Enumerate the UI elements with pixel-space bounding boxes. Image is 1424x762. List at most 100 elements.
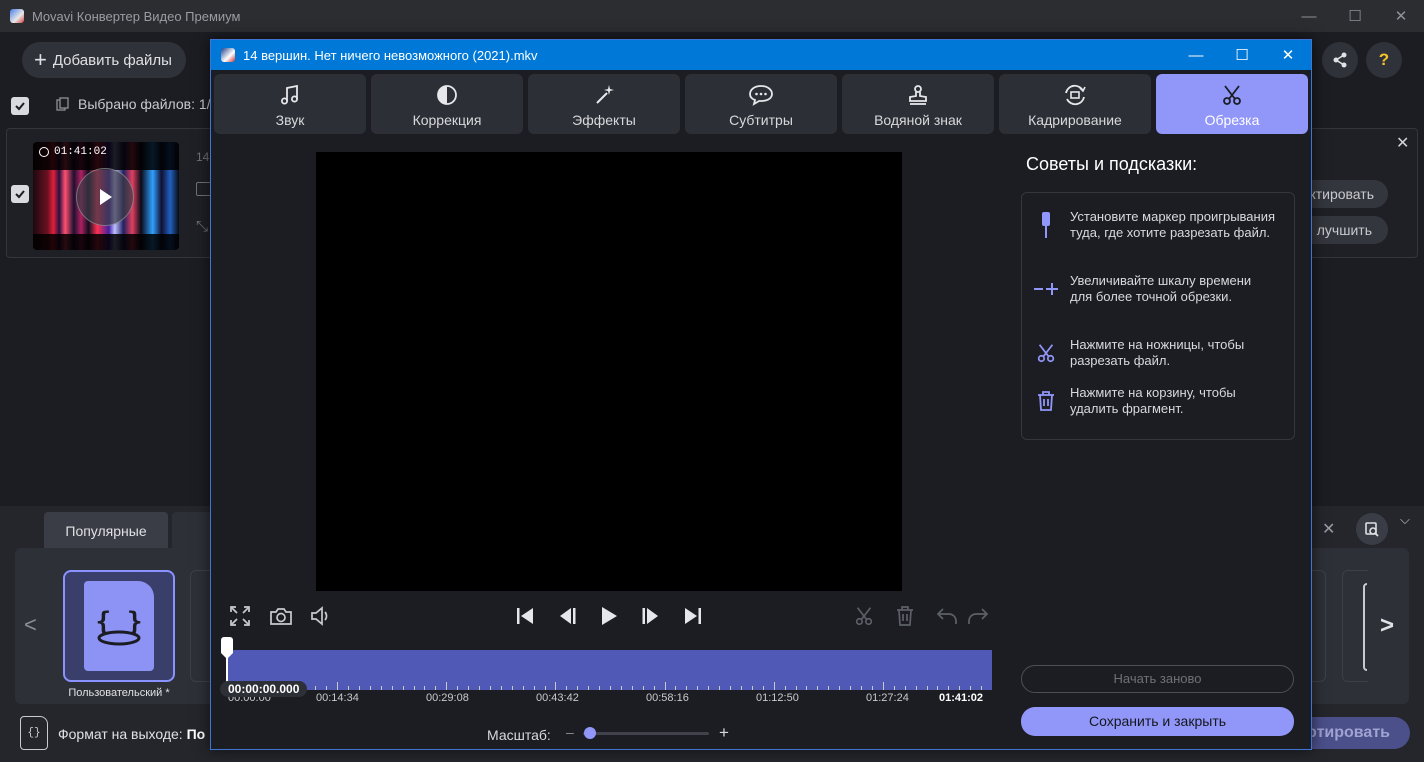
- tab-correction[interactable]: Коррекция: [371, 74, 523, 134]
- add-files-label: Добавить файлы: [52, 51, 172, 69]
- step-forward-icon: [642, 608, 658, 624]
- resize-icon: ⤡: [196, 218, 209, 235]
- share-icon: [1333, 52, 1347, 68]
- select-all-checkbox[interactable]: [11, 97, 29, 115]
- chevron-left-icon[interactable]: <: [24, 612, 37, 638]
- tab-correction-label: Коррекция: [412, 112, 482, 128]
- fullscreen-button[interactable]: [226, 602, 254, 630]
- tab-sound-label: Звук: [275, 112, 305, 128]
- dialog-logo-icon: [221, 48, 235, 62]
- volume-button[interactable]: [307, 602, 335, 630]
- convert-button[interactable]: ртировать: [1296, 717, 1410, 749]
- timeline-label: 00:14:34: [316, 692, 359, 704]
- delete-button[interactable]: [891, 602, 919, 630]
- tab-watermark-label: Водяной знак: [874, 112, 962, 128]
- tip-text: Нажмите на ножницы, чтобы разрезать файл…: [1070, 337, 1245, 368]
- selected-files-info: Выбрано файлов: 1/: [56, 96, 211, 112]
- preset-card-partial[interactable]: [1310, 570, 1326, 682]
- play-thumbnail-button[interactable]: [76, 168, 134, 226]
- thumbnail-duration: 01:41:02: [39, 146, 107, 158]
- zoom-out-icon[interactable]: –: [566, 724, 574, 740]
- skip-start-icon: [517, 608, 533, 624]
- tab-next[interactable]: [172, 512, 212, 549]
- dialog-title: 14 вершин. Нет ничего невозможного (2021…: [243, 47, 538, 63]
- app-logo-icon: [10, 9, 24, 23]
- question-icon: ?: [1378, 50, 1390, 69]
- go-to-end-button[interactable]: [679, 602, 707, 630]
- add-files-button[interactable]: + Добавить файлы: [22, 42, 186, 78]
- restart-button[interactable]: Начать заново: [1021, 665, 1294, 693]
- minimize-icon[interactable]: —: [1286, 0, 1332, 32]
- remove-file-icon[interactable]: ✕: [1396, 133, 1409, 153]
- trim-dialog: 14 вершин. Нет ничего невозможного (2021…: [210, 39, 1312, 750]
- zoom-in-icon[interactable]: +: [719, 723, 729, 743]
- output-format-icon: {}: [20, 716, 48, 750]
- dialog-minimize-icon[interactable]: —: [1173, 40, 1219, 70]
- preset-card-partial[interactable]: [1342, 570, 1368, 682]
- scissors-icon: [855, 607, 873, 626]
- undo-button[interactable]: [933, 602, 961, 630]
- zoom-slider-track[interactable]: [583, 732, 709, 735]
- preset-custom[interactable]: { }: [63, 570, 175, 682]
- search-button[interactable]: [1356, 513, 1388, 545]
- file-name-partial: 14: [196, 150, 210, 164]
- dialog-maximize-icon[interactable]: ☐: [1219, 40, 1265, 70]
- custom-format-icon: { }: [84, 581, 154, 671]
- undo-icon: [936, 608, 957, 624]
- timeline-label: 01:27:24: [866, 692, 909, 704]
- chevron-right-icon[interactable]: >: [1380, 612, 1394, 640]
- share-button[interactable]: [1322, 42, 1358, 78]
- playhead-marker[interactable]: [221, 637, 233, 659]
- zoom-timeline-icon: [1022, 281, 1070, 297]
- tab-popular[interactable]: Популярные: [44, 512, 168, 549]
- chevron-down-icon[interactable]: ⌵: [1400, 512, 1410, 528]
- previous-frame-button[interactable]: [553, 602, 581, 630]
- close-icon[interactable]: ✕: [1378, 0, 1424, 32]
- snapshot-button[interactable]: [267, 602, 295, 630]
- output-format-value: По: [186, 726, 206, 742]
- go-to-start-button[interactable]: [511, 602, 539, 630]
- tab-trim-label: Обрезка: [1204, 112, 1260, 128]
- preset-card-partial[interactable]: [190, 570, 210, 682]
- tab-subtitles[interactable]: Субтитры: [685, 74, 837, 134]
- zoom-label: Масштаб:: [487, 727, 551, 743]
- tab-sound[interactable]: Звук: [214, 74, 366, 134]
- tab-effects[interactable]: Эффекты: [528, 74, 680, 134]
- clear-search-icon[interactable]: ✕: [1322, 519, 1335, 539]
- video-thumbnail[interactable]: 01:41:02: [33, 142, 179, 250]
- clock-icon: [39, 147, 49, 157]
- timeline-label: 00:58:16: [646, 692, 689, 704]
- timeline-label: 00:29:08: [426, 692, 469, 704]
- next-frame-button[interactable]: [637, 602, 665, 630]
- plus-icon: +: [34, 47, 47, 72]
- dialog-close-icon[interactable]: ✕: [1265, 40, 1311, 70]
- magic-wand-icon: [590, 81, 618, 109]
- redo-button[interactable]: [964, 602, 992, 630]
- tip-text: Увеличивайте шкалу времени для более точ…: [1070, 273, 1252, 304]
- play-button[interactable]: [595, 602, 623, 630]
- tip-item: Нажмите на корзину, чтобы удалить фрагме…: [1022, 385, 1294, 417]
- output-format-label: Формат на выходе:: [58, 726, 183, 742]
- app-titlebar: Movavi Конвертер Видео Премиум — ☐ ✕: [0, 0, 1424, 32]
- dialog-titlebar: 14 вершин. Нет ничего невозможного (2021…: [211, 40, 1311, 70]
- save-and-close-button[interactable]: Сохранить и закрыть: [1021, 707, 1294, 736]
- help-button[interactable]: ?: [1366, 42, 1402, 78]
- checkmark-icon: [15, 102, 25, 111]
- timeline-ticks: [228, 682, 982, 690]
- stamp-icon: [904, 81, 932, 109]
- video-preview[interactable]: [316, 152, 902, 591]
- zoom-slider-thumb[interactable]: [584, 727, 596, 739]
- music-note-icon: [276, 81, 304, 109]
- file-checkbox[interactable]: [11, 185, 29, 203]
- cut-button[interactable]: [850, 602, 878, 630]
- step-back-icon: [560, 608, 576, 624]
- tab-watermark[interactable]: Водяной знак: [842, 74, 994, 134]
- marker-icon: [1022, 210, 1070, 240]
- tab-crop[interactable]: Кадрирование: [999, 74, 1151, 134]
- redo-icon: [968, 608, 989, 624]
- output-format[interactable]: Формат на выходе: По: [58, 726, 205, 742]
- play-icon: [602, 607, 617, 625]
- search-icon: [1365, 522, 1379, 537]
- maximize-icon[interactable]: ☐: [1332, 0, 1378, 32]
- tab-trim[interactable]: Обрезка: [1156, 74, 1308, 134]
